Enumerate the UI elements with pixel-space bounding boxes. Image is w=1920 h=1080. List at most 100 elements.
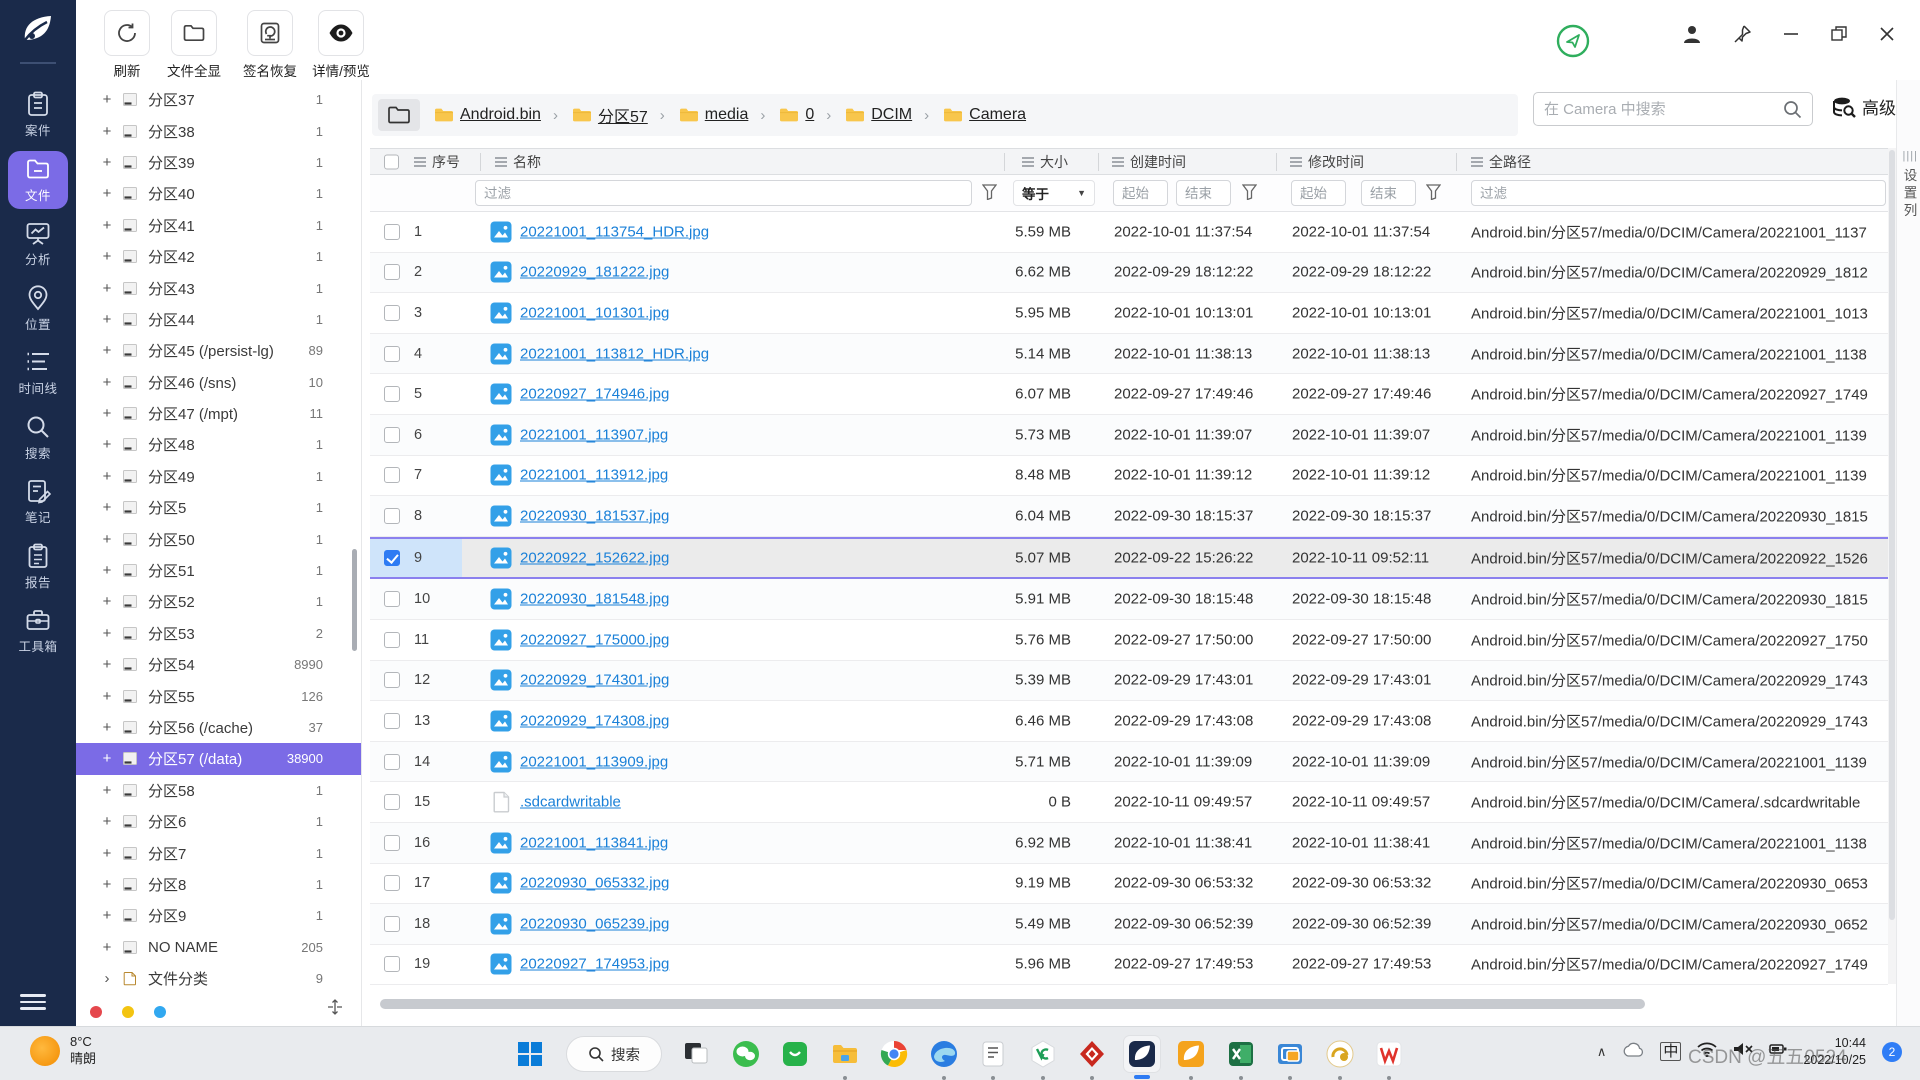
breadcrumb-item-0[interactable]: 0 xyxy=(779,106,814,124)
edge-icon[interactable] xyxy=(926,1036,962,1072)
tree-item-分区42[interactable]: +分区421 xyxy=(76,241,361,272)
name-filter-input[interactable] xyxy=(475,180,972,206)
file-name-link[interactable]: 20220930_065239.jpg xyxy=(520,915,669,932)
column-header-modified[interactable]: 修改时间 xyxy=(1290,149,1364,174)
tree-item-分区39[interactable]: +分区391 xyxy=(76,147,361,178)
vc-icon[interactable] xyxy=(1025,1036,1061,1072)
breadcrumb-item-Android.bin[interactable]: Android.bin xyxy=(434,106,541,124)
file-name-link[interactable]: 20220927_174953.jpg xyxy=(520,956,669,973)
onedrive-cloud-icon[interactable] xyxy=(1622,1042,1644,1062)
file-name-link[interactable]: 20220930_181548.jpg xyxy=(520,591,669,608)
tray-expand-icon[interactable]: ∧ xyxy=(1597,1044,1607,1060)
tree-item-分区40[interactable]: +分区401 xyxy=(76,178,361,209)
tree-item-分区54[interactable]: +分区548990 xyxy=(76,649,361,680)
tree-item-分区37[interactable]: +分区371 xyxy=(76,84,361,115)
modified-start-input[interactable] xyxy=(1291,180,1346,206)
row-checkbox[interactable] xyxy=(384,632,400,648)
expander-icon[interactable]: + xyxy=(100,436,114,453)
chrome-icon[interactable] xyxy=(876,1036,912,1072)
sidebar-item-8[interactable]: 报告 xyxy=(8,538,68,596)
row-checkbox[interactable] xyxy=(384,550,400,566)
file-name-link[interactable]: 20220922_152622.jpg xyxy=(520,550,669,567)
row-checkbox[interactable] xyxy=(384,386,400,402)
windows-start-button[interactable] xyxy=(512,1036,548,1072)
table-row-14[interactable]: 1420221001_113909.jpg5.71 MB2022-10-01 1… xyxy=(370,742,1888,783)
expander-icon[interactable]: + xyxy=(100,468,114,485)
table-row-18[interactable]: 1820220930_065239.jpg5.49 MB2022-09-30 0… xyxy=(370,904,1888,945)
advanced-search-button[interactable]: 高级 xyxy=(1832,94,1896,119)
taskbar-clock[interactable]: 10:442022/10/25 xyxy=(1803,1035,1866,1069)
file-name-link[interactable]: 20220927_175000.jpg xyxy=(520,631,669,648)
horizontal-scrollbar[interactable] xyxy=(372,998,1880,1010)
row-checkbox[interactable] xyxy=(384,754,400,770)
tree-item-分区8[interactable]: +分区81 xyxy=(76,869,361,900)
row-checkbox[interactable] xyxy=(384,875,400,891)
menu-hamburger-icon[interactable] xyxy=(20,994,46,1012)
expander-icon[interactable]: + xyxy=(100,688,114,705)
column-settings-button[interactable]: 设置列 xyxy=(1899,168,1919,221)
expander-icon[interactable]: + xyxy=(100,311,114,328)
tree-item-分区47[interactable]: +分区47 (/mpt)11 xyxy=(76,398,361,429)
app-store-icon[interactable] xyxy=(777,1036,813,1072)
created-end-input[interactable] xyxy=(1176,180,1231,206)
toolbar-button-4[interactable] xyxy=(318,10,364,56)
modified-filter-funnel-icon[interactable] xyxy=(1426,184,1441,205)
row-checkbox[interactable] xyxy=(384,508,400,524)
created-filter-funnel-icon[interactable] xyxy=(1242,184,1257,205)
tree-item-分区6[interactable]: +分区61 xyxy=(76,806,361,837)
file-name-link[interactable]: 20221001_113754_HDR.jpg xyxy=(520,223,709,240)
file-name-link[interactable]: 20221001_113912.jpg xyxy=(520,467,668,484)
column-header-path[interactable]: 全路径 xyxy=(1471,149,1531,174)
row-checkbox[interactable] xyxy=(384,467,400,483)
vertical-scrollbar[interactable] xyxy=(1888,148,1896,984)
table-row-7[interactable]: 720221001_113912.jpg8.48 MB2022-10-01 11… xyxy=(370,456,1888,497)
file-explorer-icon[interactable] xyxy=(827,1036,863,1072)
tree-item-分区7[interactable]: +分区71 xyxy=(76,837,361,868)
table-row-16[interactable]: 1620221001_113841.jpg6.92 MB2022-10-01 1… xyxy=(370,823,1888,864)
file-name-link[interactable]: 20221001_113841.jpg xyxy=(520,834,668,851)
row-checkbox[interactable] xyxy=(384,346,400,362)
row-checkbox[interactable] xyxy=(384,427,400,443)
select-all-checkbox[interactable] xyxy=(384,154,399,169)
file-name-link[interactable]: .sdcardwritable xyxy=(520,794,621,811)
row-checkbox[interactable] xyxy=(384,591,400,607)
fit-columns-icon[interactable] xyxy=(327,999,343,1020)
pin-window-icon[interactable] xyxy=(1732,24,1752,49)
search-input[interactable] xyxy=(1534,101,1783,118)
table-row-10[interactable]: 1020220930_181548.jpg5.91 MB2022-09-30 1… xyxy=(370,579,1888,620)
tree-item-NO[interactable]: +NO NAME205 xyxy=(76,932,361,963)
table-row-11[interactable]: 1120220927_175000.jpg5.76 MB2022-09-27 1… xyxy=(370,620,1888,661)
toolbar-button-3[interactable] xyxy=(247,10,293,56)
tree-item-分区51[interactable]: +分区511 xyxy=(76,555,361,586)
expander-icon[interactable]: + xyxy=(100,154,114,171)
table-row-6[interactable]: 620221001_113907.jpg5.73 MB2022-10-01 11… xyxy=(370,415,1888,456)
search-icon[interactable] xyxy=(1783,100,1812,119)
tree-item-分区57[interactable]: +分区57 (/data)38900 xyxy=(76,743,361,774)
red-app-icon[interactable] xyxy=(1074,1036,1110,1072)
tree-item-文件分类[interactable]: ›文件分类9 xyxy=(76,963,361,994)
file-name-link[interactable]: 20221001_113907.jpg xyxy=(520,426,668,443)
file-name-link[interactable]: 20220929_174301.jpg xyxy=(520,672,669,689)
sidebar-item-9[interactable]: 工具箱 xyxy=(8,602,68,660)
tree-scrollbar[interactable] xyxy=(352,549,357,651)
breadcrumb-item-media[interactable]: media xyxy=(679,106,749,124)
file-name-link[interactable]: 20221001_113812_HDR.jpg xyxy=(520,345,709,362)
user-account-icon[interactable] xyxy=(1682,24,1702,49)
expander-icon[interactable]: + xyxy=(100,625,114,642)
expander-icon[interactable]: + xyxy=(100,845,114,862)
taskbar-weather-widget[interactable]: 8°C晴朗 xyxy=(30,1034,96,1068)
size-operator-select[interactable]: 等于▼ xyxy=(1013,180,1095,206)
expander-icon[interactable]: + xyxy=(100,499,114,516)
share-status-icon[interactable] xyxy=(1556,24,1590,58)
row-checkbox[interactable] xyxy=(384,264,400,280)
tree-item-分区58[interactable]: +分区581 xyxy=(76,775,361,806)
wps-icon[interactable] xyxy=(1371,1036,1407,1072)
tree-item-分区49[interactable]: +分区491 xyxy=(76,461,361,492)
expander-icon[interactable]: + xyxy=(100,123,114,140)
expander-icon[interactable]: + xyxy=(100,939,114,956)
tree-item-分区44[interactable]: +分区441 xyxy=(76,304,361,335)
sidebar-item-6[interactable]: 搜索 xyxy=(8,409,68,467)
expander-icon[interactable]: + xyxy=(100,562,114,579)
minimize-icon[interactable] xyxy=(1782,25,1800,48)
sidebar-item-5[interactable]: 时间线 xyxy=(8,344,68,402)
